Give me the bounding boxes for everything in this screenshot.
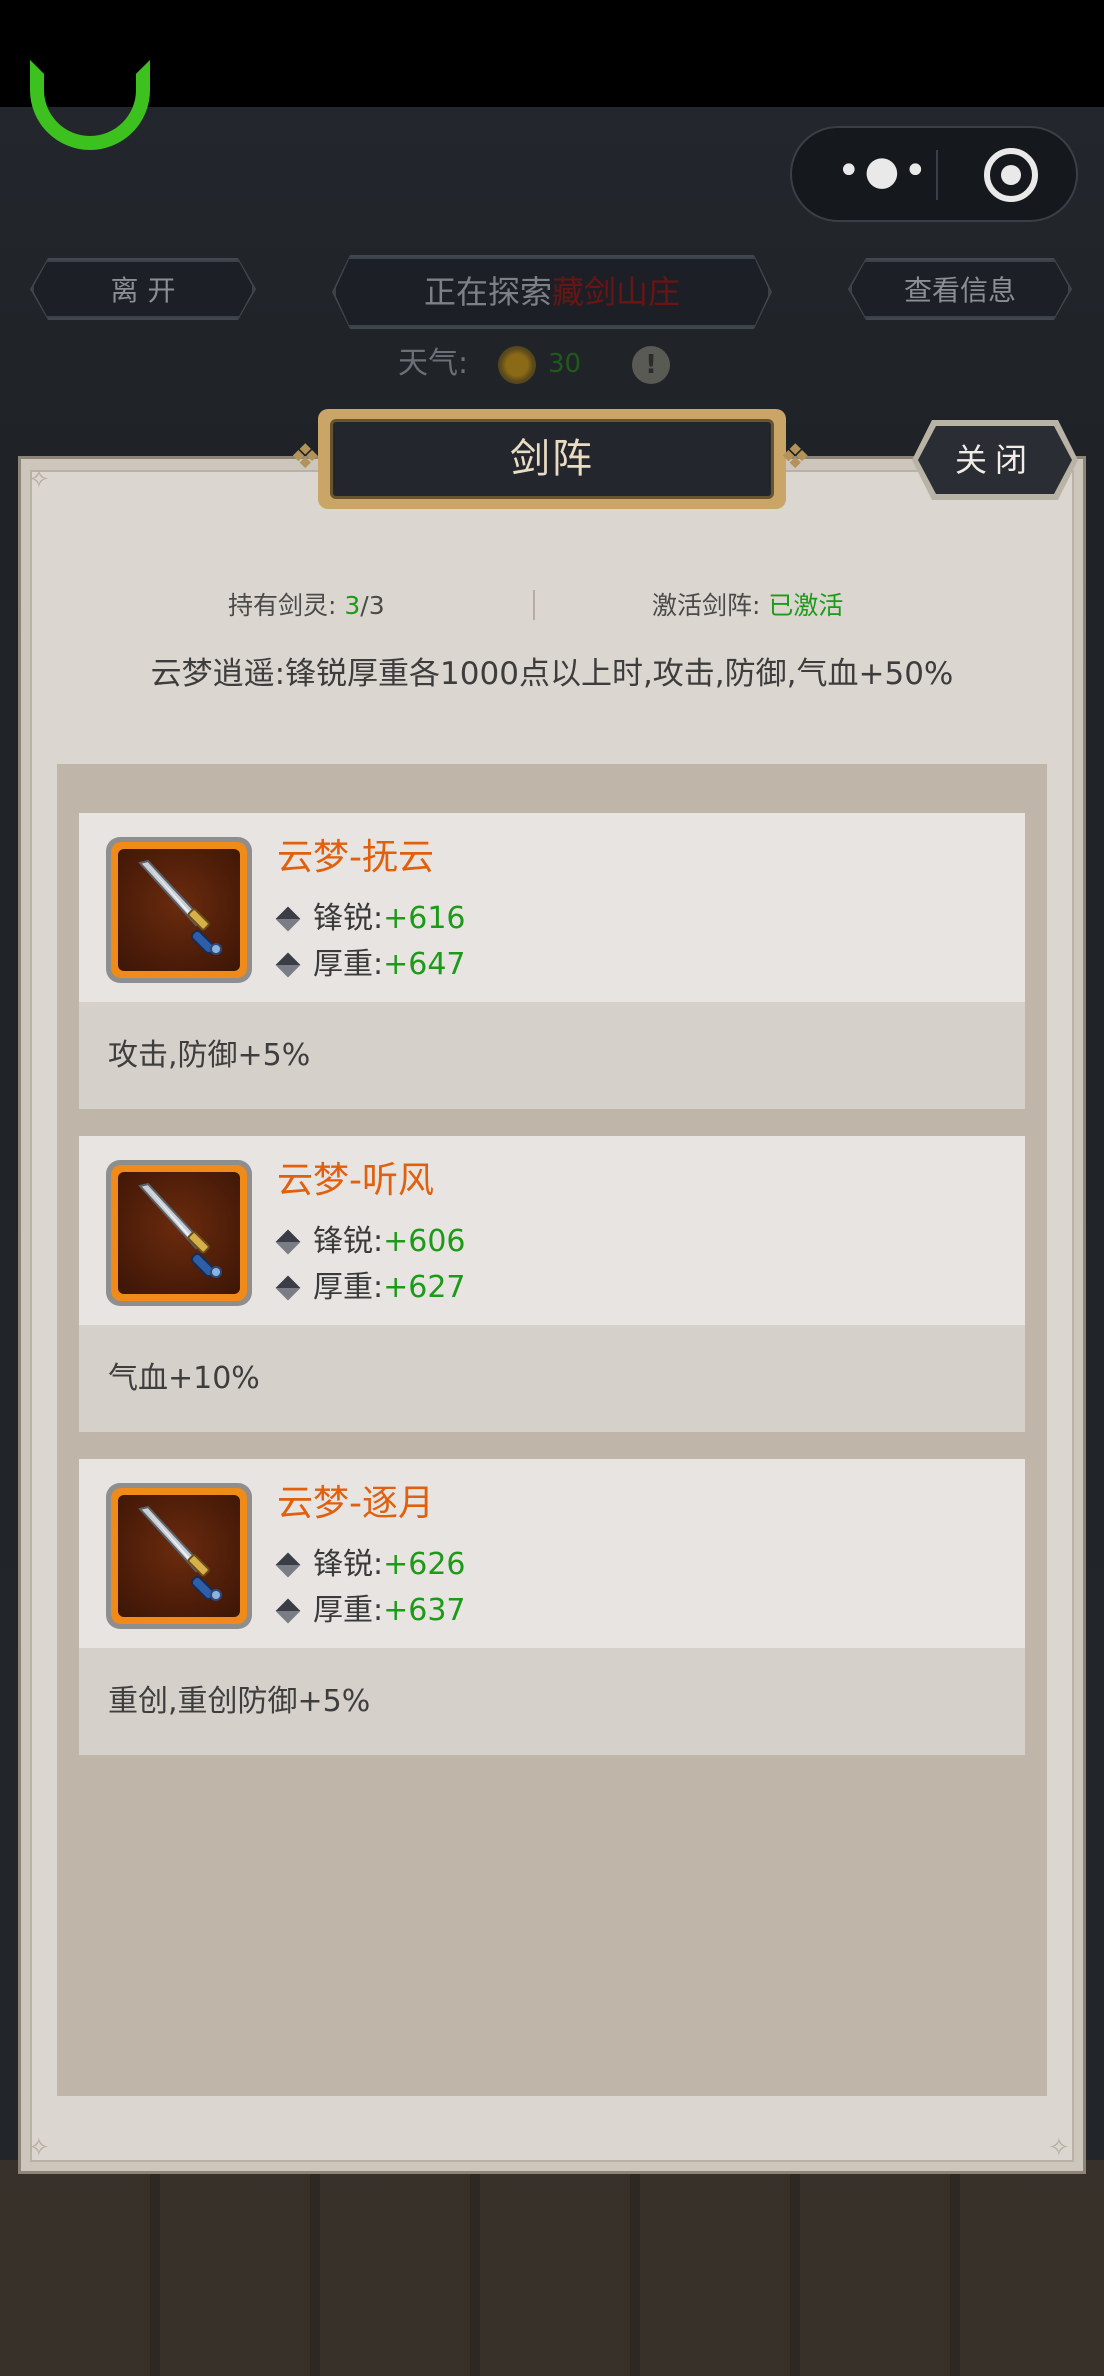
sword-icon	[138, 859, 222, 955]
activate-status: 已激活	[768, 591, 844, 620]
sword-name: 云梦-抚云	[277, 837, 434, 878]
sword-spirit-card[interactable]: 云梦-逐月 锋锐:+626 厚重:+637 重创,重创防御+5%	[79, 1459, 1025, 1755]
mini-program-capsule: •●•	[790, 126, 1078, 222]
game-floor-background	[0, 2160, 1104, 2376]
heaviness-stat: 厚重:+647	[275, 943, 466, 987]
heaviness-stat: 厚重:+627	[275, 1266, 466, 1310]
sword-name: 云梦-听风	[277, 1160, 434, 1201]
held-current: 3	[344, 591, 361, 620]
exploring-place: 藏剑山庄	[552, 273, 681, 311]
heaviness-stat: 厚重:+637	[275, 1589, 466, 1633]
sharpness-stat: 锋锐:+616	[275, 897, 466, 941]
view-info-button[interactable]: 查看信息	[850, 260, 1070, 318]
capsule-divider	[936, 150, 938, 200]
sword-icon	[138, 1505, 222, 1601]
target-circle-icon[interactable]	[984, 148, 1038, 202]
sword-name: 云梦-逐月	[277, 1483, 434, 1524]
sword-bonus: 重创,重创防御+5%	[79, 1648, 1025, 1755]
weather-value: 30	[548, 349, 582, 379]
diamond-icon	[275, 952, 301, 978]
leave-button[interactable]: 离 开	[32, 260, 254, 318]
more-dots-icon[interactable]: •●•	[832, 128, 936, 220]
activate-label: 激活剑阵:	[652, 591, 761, 620]
sharpness-value: +626	[383, 1547, 466, 1582]
corner-ornament-icon: ✧	[28, 2133, 50, 2163]
corner-ornament-icon: ✧	[28, 465, 50, 495]
panel-title: 剑阵	[330, 419, 774, 499]
corner-ornament-icon: ✧	[1048, 2133, 1070, 2163]
heaviness-value: +647	[383, 947, 466, 982]
sharpness-stat: 锋锐:+606	[275, 1220, 466, 1264]
sword-icon	[138, 1182, 222, 1278]
info-divider	[533, 590, 535, 620]
sword-bonus: 攻击,防御+5%	[79, 1002, 1025, 1109]
weather-label: 天气:	[398, 346, 469, 381]
sword-spirit-card[interactable]: 云梦-抚云 锋锐:+616 厚重:+647 攻击,防御+5%	[79, 813, 1025, 1109]
sword-item-slot[interactable]	[106, 837, 252, 983]
diamond-icon	[275, 1598, 301, 1624]
exploring-prefix: 正在探索	[423, 273, 552, 311]
title-left-ornament-icon: ❖	[290, 437, 321, 477]
diamond-icon	[275, 1552, 301, 1578]
title-right-ornament-icon: ❖	[780, 437, 811, 477]
exploring-text: 正在探索藏剑山庄	[336, 258, 768, 326]
close-button[interactable]: 关闭	[918, 426, 1072, 494]
held-spirits-info: 持有剑灵: 3/3	[228, 588, 385, 624]
heaviness-value: +637	[383, 1593, 466, 1628]
heaviness-label: 厚重:	[313, 1270, 384, 1305]
formation-description: 云梦逍遥:锋锐厚重各1000点以上时,攻击,防御,气血+50%	[150, 656, 954, 692]
diamond-icon	[275, 906, 301, 932]
heaviness-label: 厚重:	[313, 1593, 384, 1628]
sharpness-value: +606	[383, 1224, 466, 1259]
held-label: 持有剑灵:	[228, 591, 337, 620]
sword-item-slot[interactable]	[106, 1160, 252, 1306]
sword-spirit-card[interactable]: 云梦-听风 锋锐:+606 厚重:+627 气血+10%	[79, 1136, 1025, 1432]
sharpness-label: 锋锐:	[313, 1547, 384, 1582]
heaviness-label: 厚重:	[313, 947, 384, 982]
sharpness-stat: 锋锐:+626	[275, 1543, 466, 1587]
sun-icon	[498, 346, 536, 384]
sword-item-slot[interactable]	[106, 1483, 252, 1629]
sharpness-label: 锋锐:	[313, 901, 384, 936]
activate-formation-info: 激活剑阵: 已激活	[652, 588, 843, 624]
alert-icon[interactable]: !	[632, 346, 670, 384]
sharpness-label: 锋锐:	[313, 1224, 384, 1259]
status-bar	[0, 0, 1104, 107]
held-total: /3	[360, 591, 385, 620]
sharpness-value: +616	[383, 901, 466, 936]
diamond-icon	[275, 1229, 301, 1255]
diamond-icon	[275, 1275, 301, 1301]
sword-bonus: 气血+10%	[79, 1325, 1025, 1432]
heaviness-value: +627	[383, 1270, 466, 1305]
